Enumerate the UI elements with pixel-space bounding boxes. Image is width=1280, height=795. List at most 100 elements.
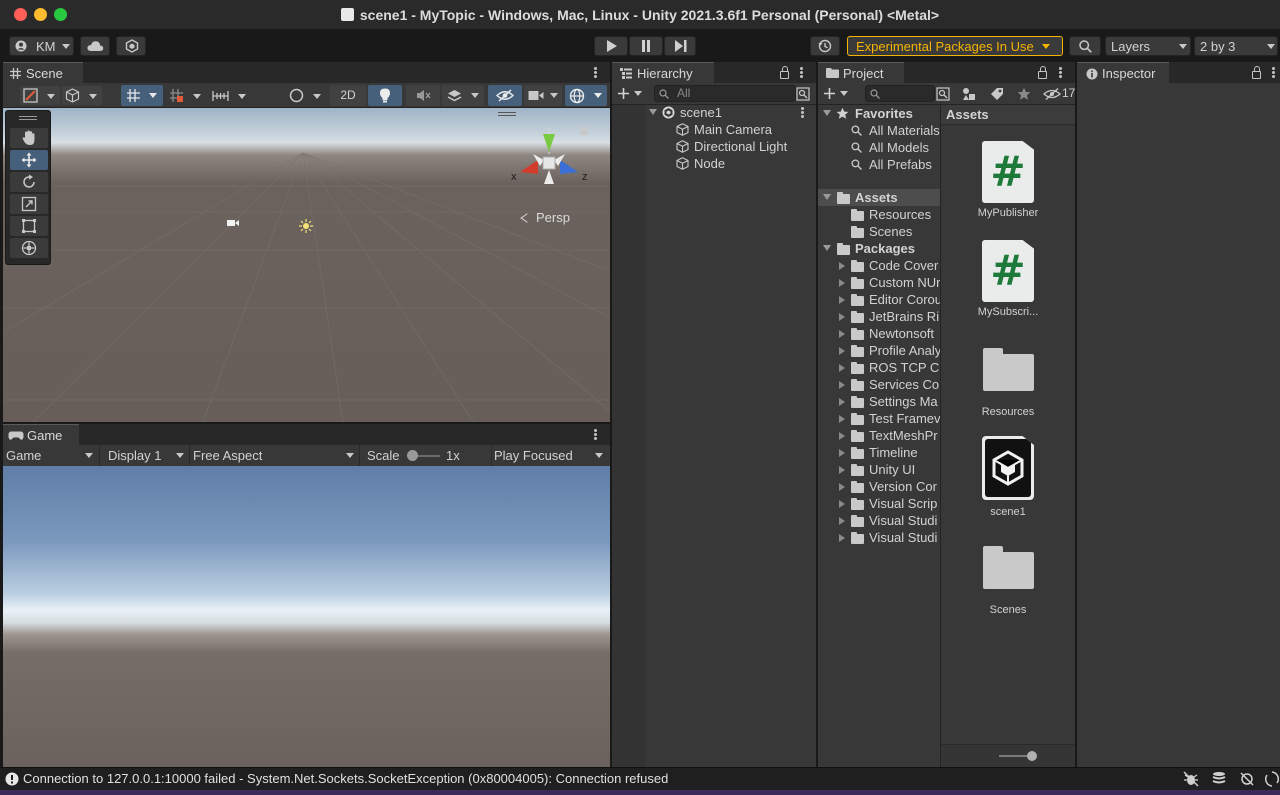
scale-tool-button[interactable] [10,194,48,214]
package-item[interactable]: TextMeshPr [818,427,940,444]
game-viewport[interactable] [3,466,610,767]
package-item[interactable]: Unity UI [818,461,940,478]
game-mode-dropdown[interactable]: Game [3,445,100,466]
display-dropdown[interactable]: Display 1 [102,445,190,466]
filter-by-type-icon[interactable] [962,87,976,101]
more-options-icon[interactable] [594,429,597,440]
hidden-objects-toggle[interactable] [488,85,522,106]
expand-arrow-icon[interactable] [823,110,831,116]
tab-scene[interactable]: Scene [3,62,83,83]
camera-settings-dropdown[interactable] [524,85,562,106]
grid-toggle[interactable] [121,85,163,106]
project-search-input[interactable] [865,85,935,102]
palette-drag-handle[interactable] [19,116,37,117]
effects-dropdown[interactable] [442,85,484,106]
search-by-scene-icon[interactable] [936,87,950,101]
draw-mode-dropdown[interactable] [20,86,60,105]
expand-arrow-icon[interactable] [839,449,845,457]
expand-arrow-icon[interactable] [839,364,845,372]
package-item[interactable]: Settings Ma [818,393,940,410]
tab-project[interactable]: Project [818,62,904,83]
collab-button[interactable] [116,36,146,56]
package-item[interactable]: Test Framev [818,410,940,427]
sync-icon[interactable] [1265,771,1279,787]
experimental-packages-dropdown[interactable]: Experimental Packages In Use [847,36,1063,56]
create-dropdown[interactable] [823,85,853,102]
expand-arrow-icon[interactable] [839,279,845,287]
render-mode-dropdown[interactable] [62,86,102,105]
create-dropdown[interactable] [617,85,647,102]
expand-arrow-icon[interactable] [839,313,845,321]
rect-tool-button[interactable] [10,216,48,236]
package-item[interactable]: Editor Corou [818,291,940,308]
layers-dropdown[interactable]: Layers [1105,36,1191,56]
tab-inspector[interactable]: Inspector [1077,62,1169,83]
expand-arrow-icon[interactable] [839,466,845,474]
scale-slider-thumb[interactable] [407,450,418,461]
expand-arrow-icon[interactable] [839,330,845,338]
step-button[interactable] [664,36,696,56]
play-mode-dropdown[interactable]: Play Focused [491,445,610,466]
asset-folder-item[interactable]: Scenes [818,223,940,240]
audio-toggle[interactable] [406,85,440,106]
filter-by-label-icon[interactable] [990,87,1004,101]
search-button[interactable] [1069,36,1101,56]
assets-header[interactable]: Assets [818,189,940,206]
status-bar[interactable]: Connection to 127.0.0.1:10000 failed - S… [0,767,1280,790]
transform-tool-button[interactable] [10,238,48,258]
eye-hidden-icon[interactable] [1043,87,1061,101]
hierarchy-item[interactable]: Node [612,155,816,172]
light-gizmo-icon[interactable] [299,219,313,233]
package-item[interactable]: Visual Scrip [818,495,940,512]
asset-item[interactable]: scene1 [941,436,1075,518]
hierarchy-item[interactable]: Directional Light [612,138,816,155]
icon-size-slider-thumb[interactable] [1027,751,1037,761]
expand-arrow-icon[interactable] [839,296,845,304]
expand-arrow-icon[interactable] [839,432,845,440]
asset-item[interactable]: Resources [941,348,1075,418]
expand-arrow-icon[interactable] [839,398,845,406]
play-button[interactable] [594,36,628,56]
package-item[interactable]: Code Cover [818,257,940,274]
package-item[interactable]: Newtonsoft [818,325,940,342]
cloud-button[interactable] [80,36,110,56]
expand-arrow-icon[interactable] [839,534,845,542]
hand-tool-button[interactable] [10,128,48,148]
asset-item[interactable]: # MySubscri... [941,240,1075,318]
package-item[interactable]: Profile Analy [818,342,940,359]
lock-icon[interactable] [1252,66,1261,79]
scene-viewport[interactable]: x z Persp [3,108,610,422]
debug-bug-icon[interactable] [1183,771,1199,787]
projection-toggle[interactable]: Persp [520,210,570,225]
package-item[interactable]: Timeline [818,444,940,461]
lock-icon[interactable] [1038,66,1047,79]
favorite-item[interactable]: All Prefabs [818,156,940,173]
gizmo-menu-handle[interactable] [498,112,516,113]
scene-more-icon[interactable] [801,107,804,118]
packages-header[interactable]: Packages [818,240,940,257]
package-item[interactable]: Visual Studi [818,529,940,546]
cache-server-icon[interactable] [1211,771,1227,787]
expand-arrow-icon[interactable] [839,347,845,355]
account-dropdown[interactable]: KM [9,36,74,56]
aspect-dropdown[interactable]: Free Aspect [191,445,360,466]
expand-arrow-icon[interactable] [839,483,845,491]
scene-search-icon[interactable] [796,87,810,101]
lock-icon[interactable] [780,66,789,79]
more-options-icon[interactable] [1059,67,1062,78]
asset-folder-item[interactable]: Resources [818,206,940,223]
scene-row[interactable]: scene1 [612,104,816,121]
expand-arrow-icon[interactable] [649,109,657,115]
hierarchy-item[interactable]: Main Camera [612,121,816,138]
package-item[interactable]: Services Co [818,376,940,393]
camera-gizmo-icon[interactable] [226,218,240,228]
more-options-icon[interactable] [1272,67,1275,78]
move-tool-button[interactable] [10,150,48,170]
expand-arrow-icon[interactable] [839,381,845,389]
snap-dropdown[interactable] [166,86,206,105]
package-item[interactable]: Version Cor [818,478,940,495]
more-options-icon[interactable] [800,67,803,78]
package-item[interactable]: JetBrains Ri [818,308,940,325]
package-item[interactable]: Custom NUr [818,274,940,291]
package-item[interactable]: Visual Studi [818,512,940,529]
